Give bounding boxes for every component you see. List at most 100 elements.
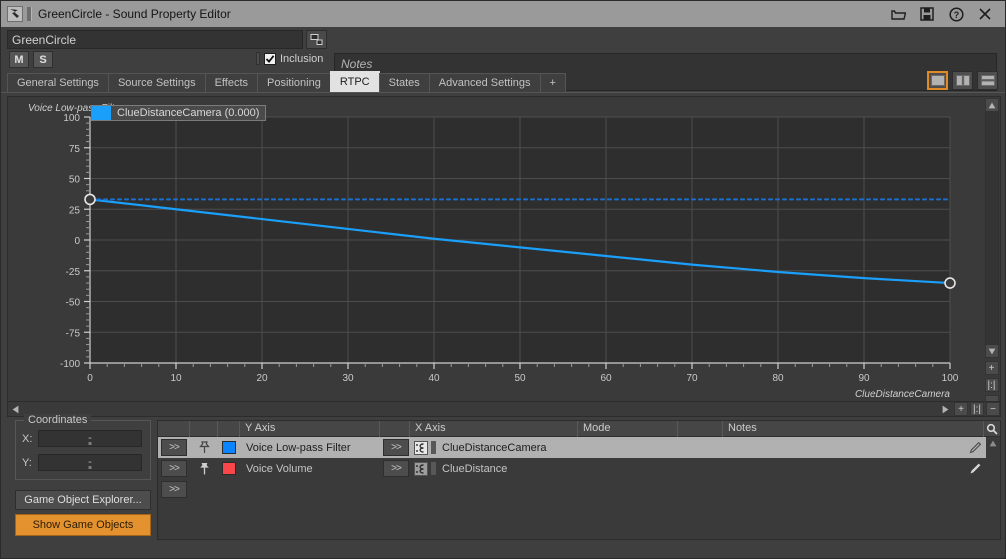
close-icon[interactable] [977, 6, 993, 22]
table-scroll-up-arrow-icon[interactable] [986, 437, 1000, 450]
object-name-input[interactable] [7, 30, 303, 49]
scroll-down-arrow-icon[interactable] [984, 344, 999, 358]
scroll-up-arrow-icon[interactable] [984, 98, 999, 112]
save-icon[interactable] [919, 6, 935, 22]
x-axis-label: ClueDistance [442, 462, 508, 475]
object-browser-icon[interactable] [306, 30, 327, 49]
object-name-row [7, 30, 327, 49]
tab-states[interactable]: States [378, 73, 430, 93]
row-x-axis-cell[interactable]: ClueDistanceCamera [410, 437, 578, 458]
svg-text:?: ? [953, 10, 959, 20]
row-y-axis-cell[interactable]: Voice Low-pass Filter [240, 437, 380, 458]
column-header-color[interactable] [218, 421, 240, 437]
graph-horizontal-scrollbar[interactable]: + |:| − [7, 401, 1001, 417]
row-expand-button[interactable]: >> [161, 460, 187, 477]
svg-text:-75: -75 [66, 328, 81, 339]
row-notes-cell[interactable] [723, 437, 1000, 458]
svg-text:0: 0 [74, 236, 80, 247]
rtpc-curve-chart[interactable]: 100 75 50 25 0 -25 -50 -75 -100 0 10 20 30 40 50 60 70 80… [8, 97, 984, 410]
column-header-y-axis[interactable]: Y Axis [240, 421, 380, 437]
tab-rtpc[interactable]: RTPC [329, 71, 380, 93]
column-header-pin[interactable] [190, 421, 218, 437]
row-x-arrows-cell: >> [380, 437, 410, 458]
y-axis-label: Voice Volume [246, 462, 313, 475]
svg-text:80: 80 [772, 373, 784, 384]
help-icon[interactable]: ? [948, 6, 964, 22]
coordinate-y-field[interactable]: - [38, 454, 142, 471]
column-header-x-axis[interactable]: X Axis [410, 421, 578, 437]
tab-effects[interactable]: Effects [204, 73, 259, 93]
scroll-left-arrow-icon[interactable] [8, 402, 22, 416]
y-axis-label: Voice Low-pass Filter [246, 441, 351, 454]
scroll-right-arrow-icon[interactable] [938, 402, 952, 416]
coordinate-x-field[interactable]: - [38, 430, 142, 447]
table-row[interactable]: >> Voice Volume >> ClueDistance [158, 458, 1000, 479]
wwise-icon [7, 6, 23, 22]
column-header-x-arrows[interactable] [380, 421, 410, 437]
row-mode-cell[interactable] [578, 458, 678, 479]
column-header-arrows[interactable] [158, 421, 190, 437]
inclusion-label: Inclusion [280, 52, 324, 65]
tab-source-settings[interactable]: Source Settings [107, 73, 206, 93]
search-icon[interactable] [984, 421, 1000, 437]
row-mode-cell[interactable] [578, 437, 678, 458]
mute-button[interactable]: M [9, 51, 29, 68]
tab-add-button[interactable]: + [539, 73, 566, 93]
inclusion-checkbox[interactable] [264, 52, 276, 65]
row-color-swatch[interactable] [218, 458, 240, 479]
zoom-out-horizontal-button[interactable]: − [986, 402, 1000, 416]
graph-horizontal-scroll-track[interactable] [22, 402, 938, 416]
zoom-in-horizontal-button[interactable]: + [954, 402, 968, 416]
svg-text:50: 50 [69, 175, 81, 186]
table-row[interactable]: >> [158, 479, 1000, 500]
layout-split-horizontal-button[interactable] [977, 71, 998, 90]
row-color-swatch[interactable] [218, 437, 240, 458]
svg-text:-50: -50 [66, 298, 81, 309]
pencil-icon[interactable] [969, 462, 982, 475]
pin-pinned-icon[interactable] [190, 458, 218, 479]
show-game-objects-button[interactable]: Show Game Objects [15, 514, 151, 536]
pencil-icon[interactable] [969, 441, 982, 454]
title-divider [27, 7, 32, 21]
table-vertical-scrollbar[interactable] [986, 437, 1000, 500]
graph-legend[interactable]: ClueDistanceCamera (0.000) [91, 105, 267, 121]
svg-text:30: 30 [342, 373, 354, 384]
column-header-mode[interactable]: Mode [578, 421, 678, 437]
row-expand-button[interactable]: >> [161, 439, 187, 456]
table-row[interactable]: >> Voice Low-pass Filter >> ClueDistance… [158, 437, 1000, 458]
add-rtpc-button[interactable]: >> [161, 481, 187, 498]
rtpc-graph-panel[interactable]: 100 75 50 25 0 -25 -50 -75 -100 0 10 20 30 40 50 60 70 80… [7, 96, 1001, 411]
x-axis-browse-button[interactable]: >> [383, 439, 409, 456]
graph-surface[interactable]: 100 75 50 25 0 -25 -50 -75 -100 0 10 20 30 40 50 60 70 80… [8, 97, 982, 410]
open-folder-icon[interactable] [890, 6, 906, 22]
layout-single-view-button[interactable] [927, 71, 948, 90]
window-buttons: ? [890, 6, 1001, 22]
graph-vertical-scroll-track[interactable] [984, 112, 999, 344]
pin-unpinned-icon[interactable] [190, 437, 218, 458]
graph-vertical-scrollbar[interactable]: + |:| − [984, 98, 999, 409]
tab-bar: General Settings Source Settings Effects… [1, 71, 1005, 93]
legend-color-swatch [92, 106, 111, 120]
column-header-spacer[interactable] [678, 421, 723, 437]
tab-advanced-settings[interactable]: Advanced Settings [428, 73, 541, 93]
title-bar: GreenCircle - Sound Property Editor ? [1, 1, 1005, 27]
row-notes-cell[interactable] [723, 458, 1000, 479]
row-arrows-cell: >> [158, 458, 190, 479]
svg-text:-100: -100 [60, 359, 80, 370]
zoom-in-vertical-button[interactable]: + [984, 361, 999, 375]
bottom-panel: Coordinates X: - Y: - Game Object Explor… [7, 414, 1001, 554]
row-x-axis-cell[interactable]: ClueDistance [410, 458, 578, 479]
svg-text:50: 50 [514, 373, 526, 384]
layout-split-vertical-button[interactable] [952, 71, 973, 90]
column-header-notes[interactable]: Notes [723, 421, 984, 437]
tab-positioning[interactable]: Positioning [257, 73, 331, 93]
window-title: GreenCircle - Sound Property Editor [38, 7, 231, 21]
zoom-fit-vertical-button[interactable]: |:| [984, 378, 999, 392]
tab-general-settings[interactable]: General Settings [7, 73, 109, 93]
x-axis-browse-button[interactable]: >> [383, 460, 409, 477]
game-object-explorer-button[interactable]: Game Object Explorer... [15, 490, 151, 510]
row-arrows-cell: >> [158, 479, 190, 500]
zoom-fit-horizontal-button[interactable]: |:| [970, 402, 984, 416]
solo-button[interactable]: S [33, 51, 53, 68]
row-y-axis-cell[interactable]: Voice Volume [240, 458, 380, 479]
